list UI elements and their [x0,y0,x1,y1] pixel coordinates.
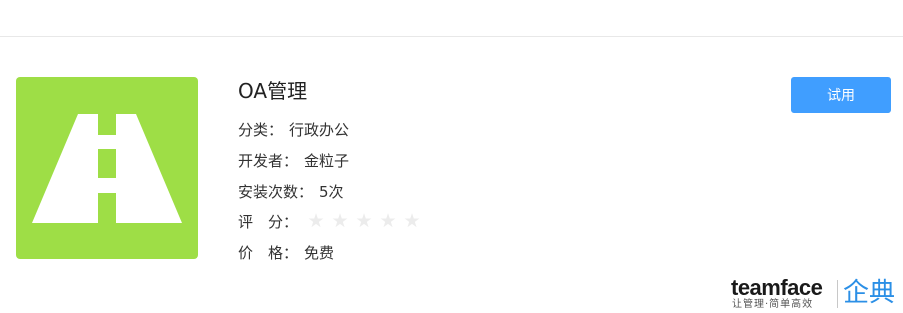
developer-label: 开发者： [238,152,299,170]
category-row: 分类： 行政办公 [238,119,349,141]
price-value: 免费 [304,244,335,262]
brand-tagline: 让管理·简单高效 [732,299,814,310]
developer-value: 金粒子 [304,152,350,170]
app-icon [16,77,198,259]
rating-label: 评 分： [238,213,299,231]
rating-stars: ★ ★ ★ ★ ★ [304,211,424,233]
star-icon: ★ [379,210,397,232]
app-title: OA管理 [238,79,308,103]
price-label: 价 格： [238,244,299,262]
star-icon: ★ [331,210,349,232]
rating-row: 评 分： ★ ★ ★ ★ ★ [238,211,424,233]
price-row: 价 格： 免费 [238,242,334,264]
brand-divider [837,280,838,308]
installs-label: 安装次数： [238,183,314,201]
try-button[interactable]: 试用 [791,77,891,113]
installs-row: 安装次数： 5次 [238,181,344,203]
star-icon: ★ [403,210,421,232]
brand-name-en: teamface [731,275,823,300]
star-icon: ★ [355,210,373,232]
top-bar [0,0,903,37]
developer-row: 开发者： 金粒子 [238,150,349,172]
road-icon [32,114,182,223]
category-value: 行政办公 [289,121,350,139]
brand-logo: teamface 让管理·简单高效 企典 [731,276,903,313]
brand-name-cn: 企典 [843,278,896,308]
star-icon: ★ [307,210,325,232]
category-label: 分类： [238,121,284,139]
installs-value: 5次 [319,183,344,201]
